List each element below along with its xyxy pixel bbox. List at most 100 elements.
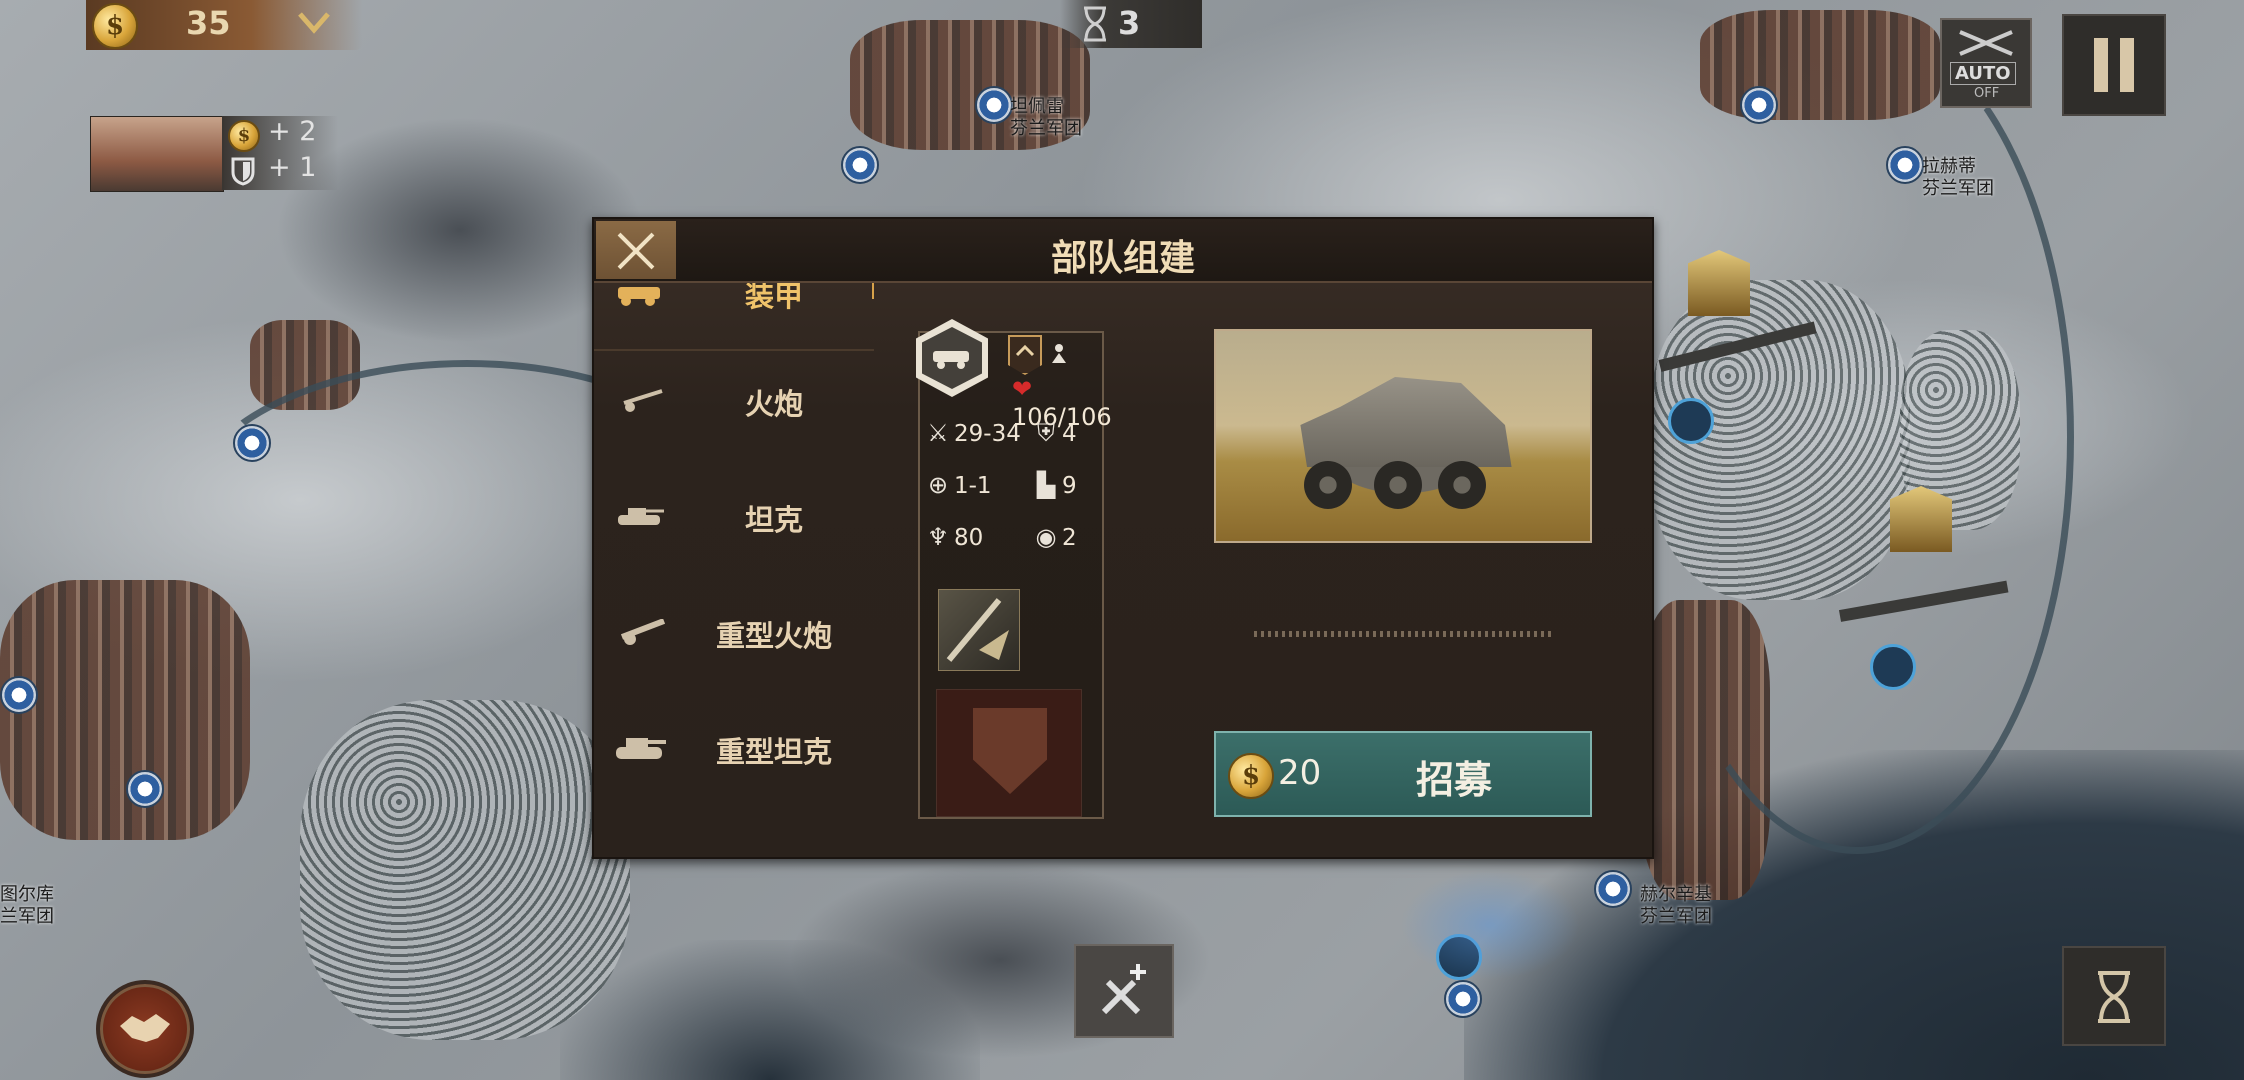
stat-organization: ♆ 80 [924,523,983,551]
sea-inlet [560,940,980,1080]
shield-icon: ⛨ [1037,419,1055,447]
category-artillery[interactable]: 火炮 [594,361,874,471]
armored-car-icon [922,327,982,389]
crosshair-icon: ⊕ [927,471,949,499]
stat-movement: ▙ 9 [1032,471,1077,499]
vision-value: 2 [1062,525,1077,551]
stat-range: ⊕ 1-1 [924,471,992,499]
heavy-tank-icon [616,738,666,759]
turns-remaining: 3 [1118,4,1141,42]
emblem-slot[interactable] [936,689,1082,817]
city-faction: 芬兰军团 [1010,118,1082,139]
hourglass-icon [2098,971,2130,1023]
auto-label: AUTO [1950,62,2016,85]
range-value: 1-1 [954,473,992,499]
eagle-icon: ♆ [927,523,949,551]
pause-icon [2094,38,2108,92]
category-armored[interactable]: 装甲 [594,283,874,351]
heavy-artillery-icon [620,619,666,645]
income-gold-value: + 2 [268,116,317,147]
pause-icon [2120,38,2134,92]
city-name: 拉赫蒂 [1922,156,1976,177]
city-name: 赫尔辛基 [1640,884,1712,905]
city-label-turku: 图尔库 兰军团 [0,884,54,928]
forest-area [300,700,630,1040]
defense-value: 4 [1062,421,1077,447]
unit-type-badge [916,319,988,397]
city-marker[interactable] [1594,870,1632,908]
hammer-wrench-icon [1101,964,1146,1015]
gold-amount: 35 [186,4,231,42]
city-marker[interactable] [0,676,38,714]
wheel [1304,461,1352,509]
dotted-divider [1254,631,1554,637]
hourglass-icon [1084,6,1106,42]
category-label: 坦克 [744,503,803,537]
build-button[interactable] [1074,944,1174,1038]
stat-vision: ◉ 2 [1032,523,1077,551]
category-tank[interactable]: 坦克 [594,477,874,587]
organization-value: 80 [954,525,984,551]
chevron-down-icon[interactable] [296,8,332,38]
shield-icon [231,157,255,186]
income-bonus-panel: $ + 2 + 1 [222,116,338,190]
unit-skill-icon[interactable] [938,589,1020,671]
general-portrait[interactable] [1890,486,1952,552]
city-marker[interactable] [841,146,879,184]
end-turn-button[interactable] [2062,946,2166,1046]
factory-image[interactable] [90,116,224,192]
gold-coin-icon: $ [1228,753,1274,799]
city-turku-buildings [0,580,250,840]
category-heavy-tank[interactable]: 重型坦克 [594,709,874,819]
city-label-lahti: 拉赫蒂 芬兰军团 [1922,156,1994,200]
city-name: 图尔库 [0,884,54,905]
movement-value: 9 [1062,473,1077,499]
city-marker[interactable] [1740,86,1778,124]
dialog-title: 部队组建 [1050,238,1195,279]
crossed-swords-icon: ⚔ [927,419,949,447]
unit-type-marker[interactable] [1668,398,1714,444]
soldier-icon [1052,344,1066,363]
heart-icon: ❤ [1012,375,1033,403]
city-marker[interactable] [126,770,164,808]
city-faction: 兰军团 [0,906,54,927]
crossed-rifles-icon [1959,30,2013,56]
city-marker[interactable] [233,424,271,462]
handshake-icon [120,1014,170,1042]
artillery-icon [623,389,663,412]
recruit-label: 招募 [1416,758,1493,802]
stat-attack: ⚔ 29-34 [924,419,1021,447]
category-label: 重型火炮 [715,619,832,653]
city-marker[interactable] [975,86,1013,124]
unit-stats-panel: ❤106/106 ⚔ 29-34 ⛨ 4 ⊕ 1-1 ▙ 9 ♆ 80 ◉ 2 [916,319,1112,819]
diplomacy-button[interactable] [96,980,194,1078]
unit-recruit-dialog: 部队组建 装甲 火炮 坦克 重型火炮 重型坦克 ❤106/106 ⚔ 29-34… [592,217,1654,859]
unit-photo [1214,329,1592,543]
recruit-button[interactable]: $ 20 招募 [1214,731,1592,817]
category-heavy-artillery[interactable]: 重型火炮 [594,593,874,703]
city-marker[interactable] [1444,980,1482,1018]
armored-car-icon [618,287,660,306]
tank-icon [618,508,664,525]
boot-icon: ▙ [1036,471,1056,499]
category-label: 重型坦克 [715,735,832,769]
selected-infantry-unit[interactable] [1400,870,1580,980]
general-portrait[interactable] [1688,250,1750,316]
gold-coin-icon: $ [92,3,138,49]
auto-battle-button[interactable]: AUTO OFF [1940,18,2032,108]
attack-value: 29-34 [954,421,1021,447]
city-label-tampere: 坦佩雷 芬兰军团 [1010,96,1082,140]
unit-type-marker[interactable] [1870,644,1916,690]
eye-icon: ◉ [1035,523,1057,551]
city-faction: 芬兰军团 [1640,906,1712,927]
category-label: 火炮 [744,387,803,421]
auto-state: OFF [1974,86,2000,101]
pause-button[interactable] [2062,14,2166,116]
star-shield-icon [973,708,1047,794]
category-label: 装甲 [744,283,803,313]
unit-category-list[interactable]: 装甲 火炮 坦克 重型火炮 重型坦克 [594,283,874,855]
recruit-price: 20 [1278,753,1322,793]
gold-coin-icon: $ [228,120,260,152]
city-marker[interactable] [1886,146,1924,184]
city-faction: 芬兰军团 [1922,178,1994,199]
